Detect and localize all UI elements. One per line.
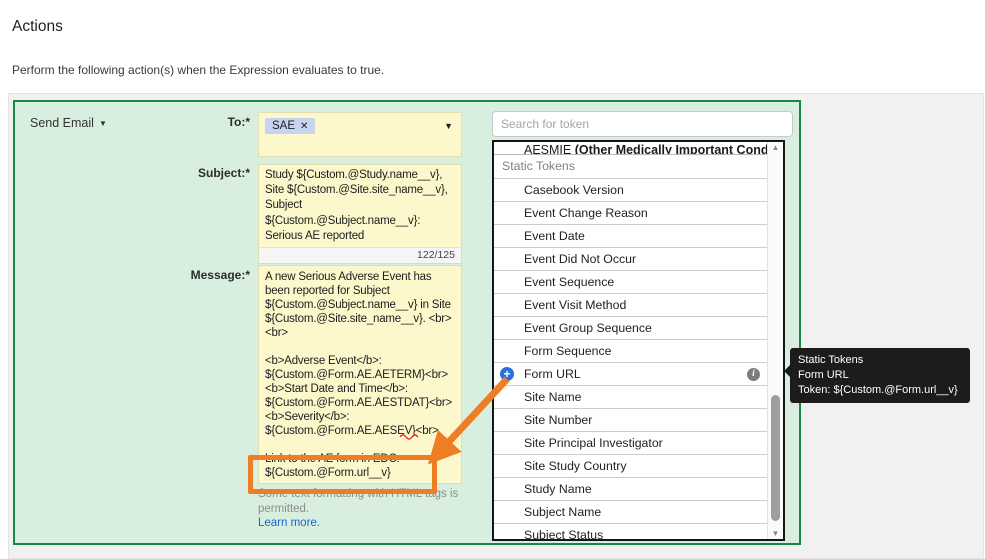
token-list-item[interactable]: + Form Sequence i — [494, 340, 768, 363]
subject-label: Subject:* — [197, 166, 250, 180]
token-label: Event Sequence — [524, 274, 615, 289]
add-token-icon[interactable]: + — [500, 367, 514, 381]
message-textarea[interactable]: A new Serious Adverse Event has been rep… — [258, 265, 462, 484]
token-group-header: Static Tokens — [494, 155, 768, 179]
token-list-item[interactable]: + Event Sequence i — [494, 271, 768, 294]
token-label: AESMIE — [524, 143, 575, 155]
token-list-item[interactable]: + Site Principal Investigator i — [494, 432, 768, 455]
chevron-down-icon: ▼ — [98, 119, 107, 129]
token-label: Event Change Reason — [524, 205, 648, 220]
token-label: Casebook Version — [524, 182, 624, 197]
token-label: Event Date — [524, 228, 585, 243]
token-list-item[interactable]: + Event Visit Method i — [494, 294, 768, 317]
recipient-chip-label: SAE — [272, 120, 296, 132]
token-label: Study Name — [524, 481, 592, 496]
token-search-input[interactable] — [492, 111, 793, 137]
token-list-item[interactable]: + Subject Name i — [494, 501, 768, 524]
token-label: Site Principal Investigator — [524, 435, 663, 450]
tooltip-group: Static Tokens — [798, 354, 864, 366]
scroll-down-arrow-icon[interactable]: ▼ — [768, 529, 783, 538]
actions-config-screen: Actions Perform the following action(s) … — [0, 0, 985, 559]
scroll-up-arrow-icon[interactable]: ▲ — [768, 143, 783, 152]
token-list-item[interactable]: + Event Date i — [494, 225, 768, 248]
token-list-item[interactable]: + Site Name i — [494, 386, 768, 409]
chip-remove-icon[interactable]: ✕ — [300, 121, 308, 132]
page-title: Actions — [12, 18, 63, 35]
subject-char-counter: 122/125 — [259, 247, 461, 264]
to-label: To:* — [227, 115, 250, 129]
token-list-scrollbar[interactable]: ▲ ▼ — [767, 142, 783, 539]
token-label: Subject Name — [524, 504, 602, 519]
token-label: Subject Status — [524, 527, 604, 541]
token-label: Form Sequence — [524, 343, 612, 358]
token-info-icon[interactable]: i — [747, 368, 760, 381]
to-recipient-combobox[interactable]: SAE ✕ ▼ — [258, 112, 462, 157]
token-list-item[interactable]: + Subject Status i — [494, 524, 768, 541]
token-list: AESMIE (Other Medically Important Condit… — [492, 140, 785, 541]
tooltip-token-name: Form URL — [798, 369, 849, 381]
token-list-item-clipped[interactable]: AESMIE (Other Medically Important Condit… — [494, 142, 768, 155]
token-list-item[interactable]: + Study Name i — [494, 478, 768, 501]
token-label: Site Name — [524, 389, 582, 404]
tooltip-token-value: Token: ${Custom.@Form.url__v} — [798, 384, 958, 396]
tooltip-pointer — [784, 365, 790, 377]
learn-more-link[interactable]: Learn more. — [258, 517, 320, 529]
token-list-item[interactable]: + Form URL i — [494, 363, 768, 386]
token-list-item[interactable]: + Site Number i — [494, 409, 768, 432]
token-list-item[interactable]: + Casebook Version i — [494, 179, 768, 202]
token-tooltip: Static Tokens Form URL Token: ${Custom.@… — [784, 348, 970, 403]
token-list-item[interactable]: + Event Change Reason i — [494, 202, 768, 225]
token-label: Event Did Not Occur — [524, 251, 637, 266]
scrollbar-thumb[interactable] — [771, 395, 780, 521]
token-label: Site Study Country — [524, 458, 627, 473]
token-label: Event Visit Method — [524, 297, 627, 312]
subject-textarea[interactable]: Study ${Custom.@Study.name__v}, Site ${C… — [259, 165, 461, 248]
token-label: Form URL — [524, 366, 581, 381]
message-help-text: Some text formatting with HTML tags is p… — [258, 488, 459, 515]
token-list-item[interactable]: + Event Group Sequence i — [494, 317, 768, 340]
token-label: Event Group Sequence — [524, 320, 652, 335]
action-type-label: Send Email — [30, 116, 94, 130]
token-list-item[interactable]: + Event Did Not Occur i — [494, 248, 768, 271]
token-label: Site Number — [524, 412, 593, 427]
subject-field: Study ${Custom.@Study.name__v}, Site ${C… — [258, 164, 462, 265]
token-label-bold: (Other Medically Important Condition) — [574, 143, 768, 155]
token-list-item[interactable]: + Site Study Country i — [494, 455, 768, 478]
page-subtitle: Perform the following action(s) when the… — [12, 63, 385, 77]
token-rows: AESMIE (Other Medically Important Condit… — [494, 142, 768, 541]
message-label: Message:* — [190, 268, 250, 282]
recipient-chip[interactable]: SAE ✕ — [265, 118, 316, 134]
action-type-dropdown[interactable]: Send Email ▼ — [30, 116, 107, 130]
chevron-down-icon[interactable]: ▼ — [444, 121, 453, 131]
